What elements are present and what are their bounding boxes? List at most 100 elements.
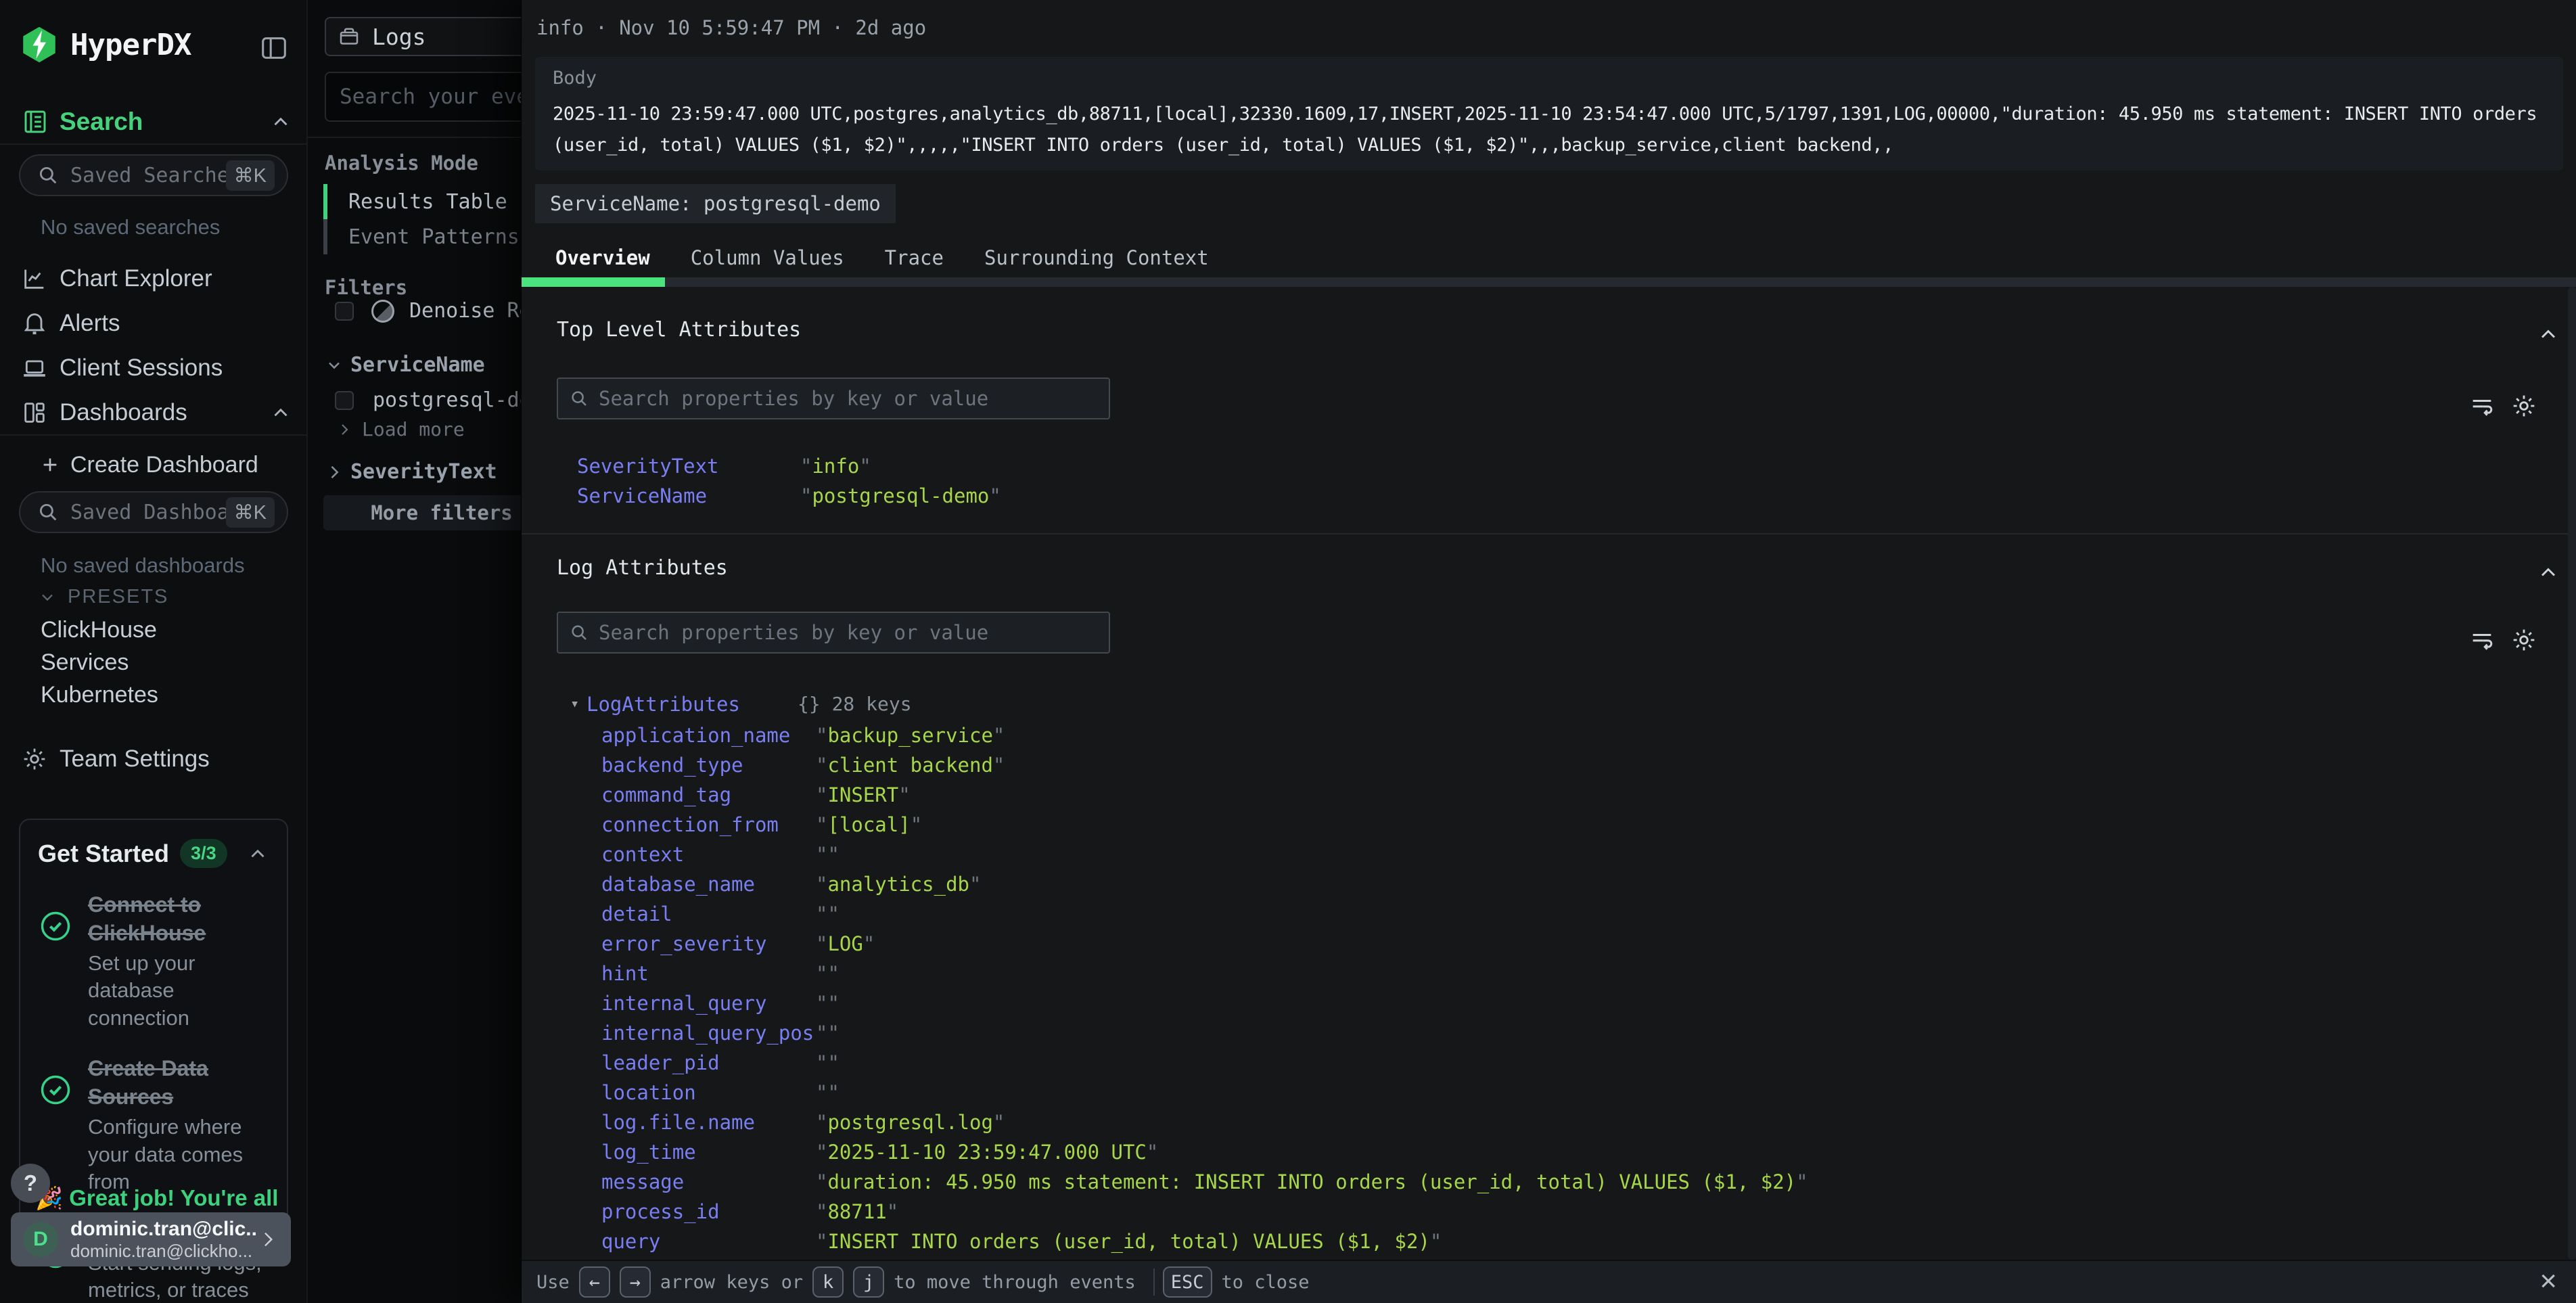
collapse-triangle-icon[interactable]: ▾ [570,695,579,712]
tree-root-key[interactable]: LogAttributes [586,693,740,716]
chevron-up-icon[interactable] [2536,322,2560,346]
attribute-value[interactable]: analytics_db [816,873,981,896]
tab-overview[interactable]: Overview [555,246,650,269]
filter-group-severitytext[interactable]: SeverityText [325,460,497,484]
j-key[interactable]: j [853,1266,884,1298]
brand[interactable]: HyperDX [19,24,191,65]
collapse-sidebar-icon[interactable] [258,32,290,64]
attribute-key[interactable]: query [601,1230,660,1253]
create-dashboard-button[interactable]: Create Dashboard [0,448,308,482]
top-level-search-input[interactable] [599,387,1098,410]
sidebar-item-client-sessions[interactable]: Client Sessions [0,349,308,387]
attribute-key[interactable]: detail [601,902,672,925]
user-menu[interactable]: D dominic.tran@clic... dominic.tran@clic… [11,1212,291,1266]
attribute-value[interactable]: 2025-11-10 23:59:47.000 UTC [816,1141,1158,1164]
attribute-value[interactable] [816,962,840,985]
line-wrap-icon[interactable] [2468,392,2496,419]
log-attribute-row: process_id 88711 [522,1200,2551,1227]
attribute-value[interactable] [816,902,840,925]
attribute-key[interactable]: location [601,1081,696,1104]
source-select[interactable]: Logs [325,17,551,56]
attribute-value[interactable]: client backend [816,754,1005,777]
attribute-key[interactable]: context [601,843,684,866]
tab-column-values[interactable]: Column Values [691,246,844,269]
attribute-key[interactable]: application_name [601,724,790,747]
load-more-button[interactable]: Load more [336,418,465,440]
chevron-up-icon[interactable] [269,110,292,133]
attribute-value[interactable] [816,843,840,866]
presets-toggle[interactable]: PRESETS [38,586,168,608]
attribute-value[interactable]: 88711 [816,1200,898,1223]
body-text[interactable]: 2025-11-10 23:59:47.000 UTC,postgres,ana… [553,99,2548,161]
service-name-tag[interactable]: ServiceName: postgresql-demo [535,184,896,223]
attribute-key[interactable]: backend_type [601,754,743,777]
attribute-value[interactable]: [local] [816,813,922,836]
attribute-value[interactable]: info [800,455,871,478]
attribute-value[interactable] [816,1051,840,1074]
attribute-key[interactable]: error_severity [601,932,766,955]
chevron-up-icon[interactable] [246,842,269,865]
tab-surrounding-context[interactable]: Surrounding Context [984,246,1209,269]
attribute-key[interactable]: log_time [601,1141,696,1164]
attribute-key[interactable]: hint [601,962,649,985]
attribute-value[interactable]: postgresql.log [816,1111,1005,1134]
event-search-input[interactable] [325,72,551,122]
attribute-value[interactable]: LOG [816,932,875,955]
log-attribute-row: hint [522,962,2551,989]
gear-icon[interactable] [2510,392,2537,419]
denoise-icon [371,300,394,323]
preset-services[interactable]: Services [41,649,129,676]
attribute-key[interactable]: message [601,1170,684,1193]
log-attributes-search-input[interactable] [599,621,1098,644]
sidebar-item-dashboards[interactable]: Dashboards [0,394,308,432]
line-wrap-icon[interactable] [2468,626,2496,654]
mode-event-patterns[interactable]: Event Patterns [323,219,553,254]
arrow-right-key[interactable]: → [620,1266,651,1298]
attribute-key[interactable]: command_tag [601,783,731,806]
scrollbar[interactable] [2568,287,2576,1260]
attribute-key[interactable]: leader_pid [601,1051,720,1074]
attribute-value[interactable]: backup_service [816,724,1005,747]
attribute-value[interactable]: INSERT [816,783,911,806]
attribute-value[interactable] [816,1081,840,1104]
attribute-key[interactable]: log.file.name [601,1111,755,1134]
attribute-key[interactable]: database_name [601,873,755,896]
chevron-up-icon[interactable] [269,401,292,424]
esc-key[interactable]: ESC [1163,1266,1212,1298]
saved-searches-input[interactable]: Saved Searches ⌘K [19,154,288,196]
chevron-up-icon[interactable] [2536,560,2560,585]
filter-group-servicename[interactable]: ServiceName [325,353,485,377]
sidebar-item-chart-explorer[interactable]: Chart Explorer [0,260,308,298]
preset-kubernetes[interactable]: Kubernetes [41,682,158,708]
attribute-key[interactable]: internal_query [601,992,766,1015]
gear-icon[interactable] [2510,626,2537,654]
sidebar-item-alerts[interactable]: Alerts [0,304,308,342]
attribute-value[interactable] [816,1022,840,1045]
preset-clickhouse[interactable]: ClickHouse [41,617,157,643]
sidebar-item-team-settings[interactable]: Team Settings [0,740,308,778]
attribute-value[interactable]: postgresql-demo [800,484,1001,507]
arrow-left-key[interactable]: ← [579,1266,610,1298]
top-level-search[interactable] [557,378,1110,419]
saved-dashboards-input[interactable]: Saved Dashboards ⌘K [19,491,288,533]
close-icon[interactable]: × [2539,1269,2557,1294]
k-key[interactable]: k [812,1266,844,1298]
attribute-key[interactable]: SeverityText [577,455,719,478]
log-attributes-search[interactable] [557,612,1110,654]
attribute-value[interactable] [816,992,840,1015]
tab-trace[interactable]: Trace [885,246,944,269]
mode-results-table[interactable]: Results Table [323,184,553,219]
attribute-key[interactable]: process_id [601,1200,720,1223]
attribute-key[interactable]: ServiceName [577,484,707,507]
get-started-item[interactable]: Create Data Sources Configure where your… [38,1055,269,1195]
sidebar-item-search[interactable]: Search [0,103,308,141]
attribute-key[interactable]: connection_from [601,813,779,836]
get-started-item[interactable]: Connect to ClickHouse Set up your databa… [38,891,269,1032]
service-checkbox[interactable] [335,391,354,410]
attribute-key[interactable]: internal_query_pos [601,1022,814,1045]
log-attribute-row: internal_query [522,992,2551,1019]
attribute-value[interactable]: INSERT INTO orders (user_id, total) VALU… [816,1230,1442,1253]
help-button[interactable]: ? [11,1164,50,1203]
denoise-checkbox[interactable] [335,302,354,321]
attribute-value[interactable]: duration: 45.950 ms statement: INSERT IN… [816,1170,1808,1193]
